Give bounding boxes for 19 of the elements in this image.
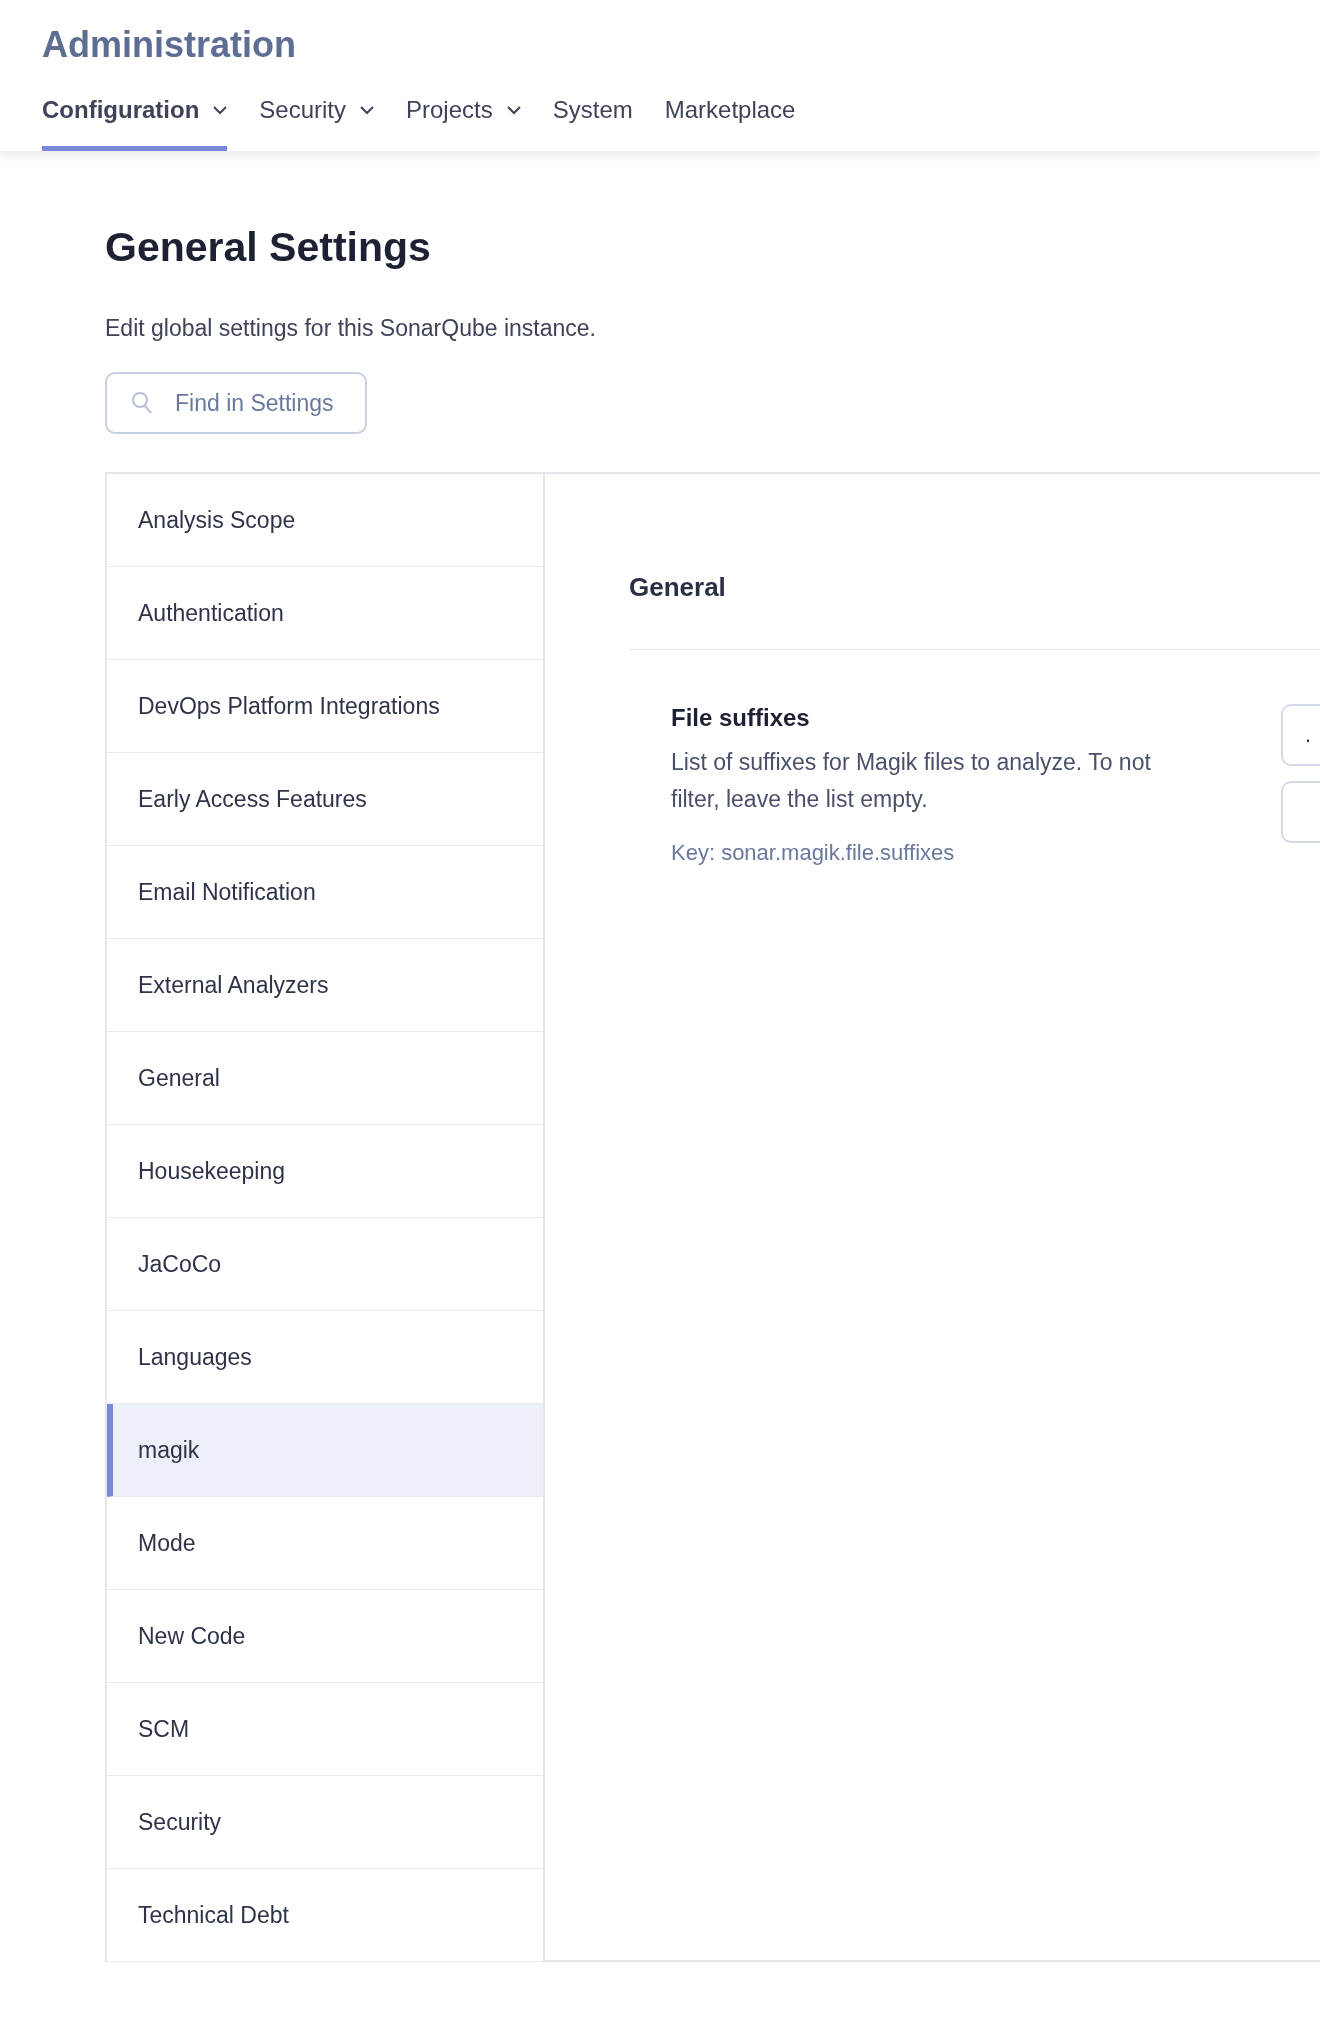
setting-description: List of suffixes for Magik files to analyze. To not filter, leave the list empty. bbox=[671, 748, 1152, 814]
nav-tab[interactable]: Security bbox=[259, 96, 374, 151]
search-field[interactable]: Find in Settings bbox=[105, 372, 367, 434]
chevron-down-icon bbox=[506, 105, 521, 115]
page-title: General Settings bbox=[105, 224, 432, 271]
setting-name: File suffixes bbox=[671, 704, 811, 732]
nav-tab[interactable]: Configuration bbox=[42, 96, 228, 151]
nav-tab[interactable]: Marketplace bbox=[664, 96, 796, 151]
search-icon bbox=[131, 391, 153, 415]
setting-key: Key: sonar.magik.file.suffixes bbox=[671, 840, 1191, 866]
category-item[interactable]: magik bbox=[107, 1404, 543, 1497]
nav-tab[interactable]: Projects bbox=[406, 96, 521, 151]
section-title: General bbox=[629, 572, 1320, 650]
chevron-down-icon bbox=[360, 105, 374, 115]
nav-tab[interactable]: System bbox=[552, 96, 633, 151]
input-field[interactable]: . bbox=[1281, 704, 1320, 766]
page-description: Edit global settings for this SonarQube instance. bbox=[105, 315, 597, 342]
chevron-down-icon bbox=[213, 105, 228, 115]
page-header-title: Administration bbox=[42, 23, 297, 67]
